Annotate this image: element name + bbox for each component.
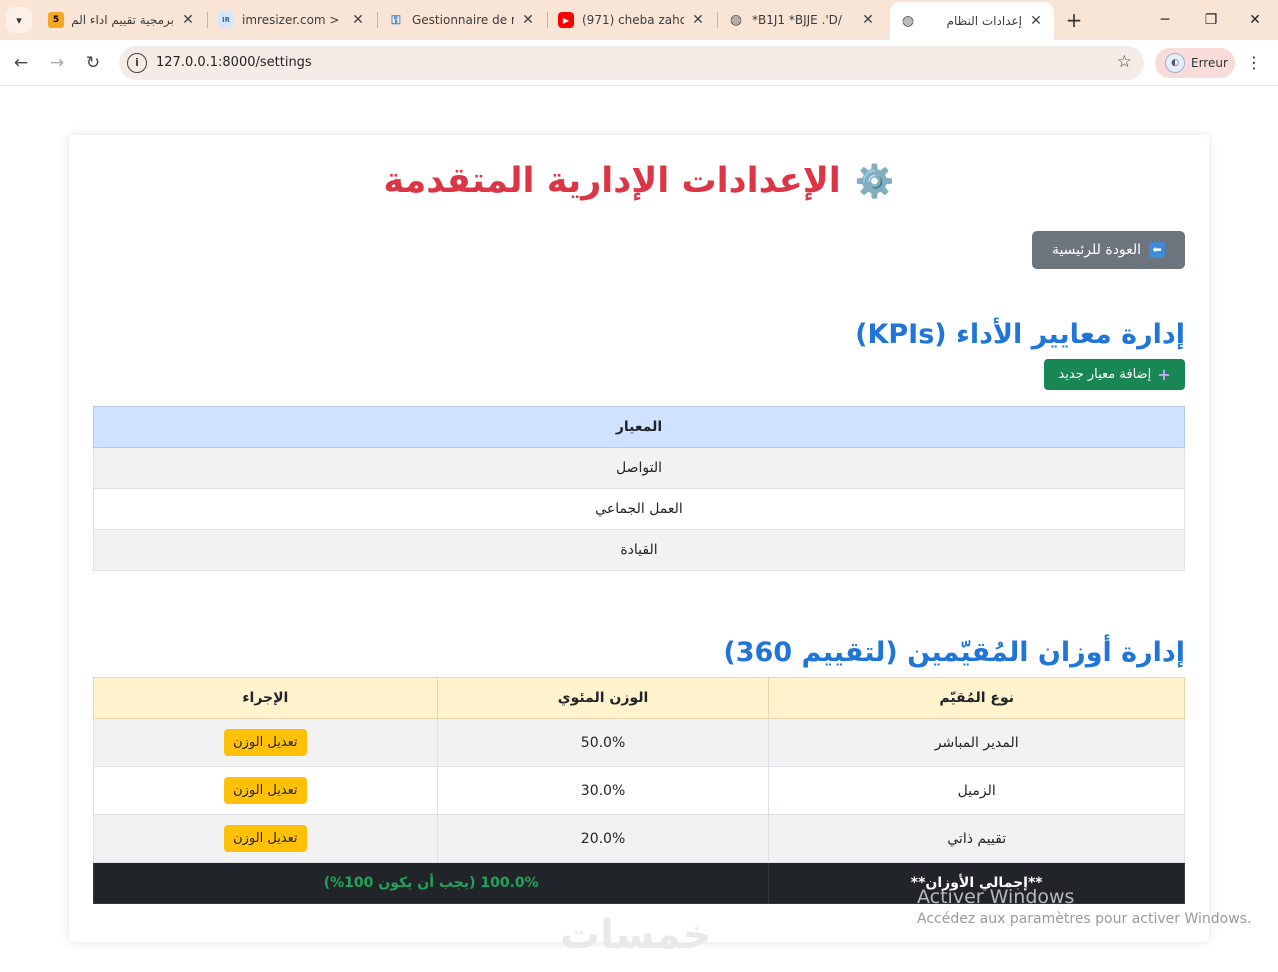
globe-icon: ◍ xyxy=(901,13,915,29)
close-icon[interactable]: ✕ xyxy=(520,12,536,28)
close-icon[interactable]: ✕ xyxy=(180,12,196,28)
close-icon[interactable]: ✕ xyxy=(350,12,366,28)
windows-activation-notice: Activer Windows Accédez aux paramètres p… xyxy=(917,887,1251,927)
info-icon[interactable]: i xyxy=(127,53,147,73)
table-row: القيادة xyxy=(93,529,1185,571)
plus-icon: + xyxy=(1065,8,1083,32)
weight-cell: 50.0% xyxy=(436,718,770,767)
minimize-button[interactable]: ─ xyxy=(1142,0,1188,40)
activation-subtitle: Accédez aux paramètres pour activer Wind… xyxy=(917,911,1252,927)
browser-tab-1[interactable]: 5 برمجية تقييم اداء الم ✕ xyxy=(38,5,206,35)
kpi-cell: القيادة xyxy=(93,529,1185,571)
back-button-label: العودة للرئيسية xyxy=(1051,242,1142,258)
kpi-table-header-row: المعيار xyxy=(93,406,1185,448)
browser-tab-active[interactable]: ◍ إعدادات النظام ✕ xyxy=(890,2,1054,40)
evaluator-type-cell: المدير المباشر xyxy=(768,718,1185,767)
edit-weight-button[interactable]: تعديل الوزن xyxy=(224,825,307,852)
restore-button[interactable]: ❐ xyxy=(1188,0,1234,40)
tab-title: (971) cheba zahoua xyxy=(582,13,684,27)
restore-icon: ❐ xyxy=(1204,12,1218,28)
youtube-favicon-icon: ▶ xyxy=(558,12,574,28)
url-text[interactable]: 127.0.0.1:8000/settings xyxy=(156,55,312,70)
table-row: المدير المباشر 50.0% تعديل الوزن xyxy=(93,718,1185,767)
weight-cell: 20.0% xyxy=(436,814,770,863)
weights-section-title: إدارة أوزان المُقيّمين (لتقييم 360) xyxy=(723,637,1185,668)
star-icon[interactable]: ☆ xyxy=(1117,52,1132,72)
weight-cell: 30.0% xyxy=(436,766,770,815)
page-title-text: الإعدادات الإدارية المتقدمة xyxy=(383,161,841,201)
back-nav-button[interactable]: ← xyxy=(7,49,35,77)
evaluator-type-cell: تقييم ذاتي xyxy=(768,814,1185,863)
page-title: ⚙️ الإعدادات الإدارية المتقدمة xyxy=(69,161,1209,201)
evaluator-type-cell: الزميل xyxy=(768,766,1185,815)
action-cell: تعديل الوزن xyxy=(93,718,438,767)
kpi-section-title: إدارة معايير الأداء (KPIs) xyxy=(855,319,1185,350)
browser-tab-2[interactable]: IR imresizer.com > Do ✕ xyxy=(208,5,376,35)
add-kpi-label: إضافة معيار جديد xyxy=(1058,367,1152,382)
tab-title: Gestionnaire de m xyxy=(412,13,514,27)
browser-tab-5[interactable]: ◍ *B1J1 *BJJE .'D/ ✕ xyxy=(718,5,886,35)
edit-weight-button[interactable]: تعديل الوزن xyxy=(224,729,307,756)
gear-icon: ⚙️ xyxy=(854,162,895,200)
action-cell: تعديل الوزن xyxy=(93,814,438,863)
reload-icon: ↻ xyxy=(85,53,101,73)
arrow-left-icon: ← xyxy=(13,53,29,73)
column-header-weight: الوزن المئوي xyxy=(436,677,770,719)
kpi-table: المعيار التواصل العمل الجماعي القيادة xyxy=(93,406,1185,571)
address-bar[interactable]: i 127.0.0.1:8000/settings ☆ xyxy=(119,46,1144,80)
key-favicon-icon: ⚿ xyxy=(391,12,401,27)
close-window-button[interactable]: ✕ xyxy=(1232,0,1278,40)
forward-nav-button[interactable]: → xyxy=(43,49,71,77)
globe-icon: ◍ xyxy=(729,12,743,28)
profile-button[interactable]: ◐ Erreur xyxy=(1155,48,1235,78)
arrow-left-icon: ⬅ xyxy=(1149,242,1166,258)
kpi-cell: العمل الجماعي xyxy=(93,488,1185,530)
tab-title: imresizer.com > Do xyxy=(242,13,344,27)
add-kpi-button[interactable]: + إضافة معيار جديد xyxy=(1044,359,1185,390)
chevron-down-icon: ▾ xyxy=(16,13,22,27)
watermark-logo: خمسات xyxy=(560,912,712,958)
browser-toolbar: ← → ↻ i 127.0.0.1:8000/settings ☆ ◐ Erre… xyxy=(0,40,1278,86)
close-icon: ✕ xyxy=(1249,12,1261,28)
table-row: الزميل 30.0% تعديل الوزن xyxy=(93,766,1185,815)
tab-title: إعدادات النظام xyxy=(946,14,1022,28)
back-to-home-button[interactable]: ⬅ العودة للرئيسية xyxy=(1032,231,1185,269)
weights-table-header-row: نوع المُقيّم الوزن المئوي الإجراء xyxy=(93,677,1185,719)
minimize-icon: ─ xyxy=(1160,12,1170,28)
tab-title: *B1J1 *BJJE .'D/ xyxy=(752,13,842,27)
table-row: العمل الجماعي xyxy=(93,488,1185,530)
edit-weight-button[interactable]: تعديل الوزن xyxy=(224,777,307,804)
column-header-kpi: المعيار xyxy=(93,406,1185,448)
more-menu-icon[interactable]: ⋮ xyxy=(1246,53,1262,72)
column-header-evaluator-type: نوع المُقيّم xyxy=(768,677,1185,719)
avatar-icon: ◐ xyxy=(1165,53,1185,73)
table-row: التواصل xyxy=(93,447,1185,489)
activation-title: Activer Windows xyxy=(917,886,1075,908)
plus-icon: + xyxy=(1157,365,1171,384)
profile-label: Erreur xyxy=(1191,56,1228,70)
settings-card: ⚙️ الإعدادات الإدارية المتقدمة ⬅ العودة ل… xyxy=(69,135,1209,942)
table-row: تقييم ذاتي 20.0% تعديل الوزن xyxy=(93,814,1185,863)
tab-search-button[interactable]: ▾ xyxy=(6,7,32,33)
html5-favicon-icon: 5 xyxy=(48,12,64,28)
total-value: 100.0% (يجب أن يكون 100%) xyxy=(92,862,770,904)
kpi-cell: التواصل xyxy=(93,447,1185,489)
browser-tab-3[interactable]: ⚿ Gestionnaire de m ✕ xyxy=(378,5,546,35)
close-icon[interactable]: ✕ xyxy=(690,12,706,28)
close-icon[interactable]: ✕ xyxy=(860,12,876,28)
weights-table: نوع المُقيّم الوزن المئوي الإجراء المدير… xyxy=(92,677,1185,904)
tab-title: برمجية تقييم اداء الم xyxy=(72,13,174,27)
new-tab-button[interactable]: + xyxy=(1062,8,1086,32)
reload-button[interactable]: ↻ xyxy=(79,49,107,77)
browser-tab-4[interactable]: ▶ (971) cheba zahoua ✕ xyxy=(548,5,716,35)
imresizer-favicon-icon: IR xyxy=(218,12,234,28)
arrow-right-icon: → xyxy=(49,53,65,73)
browser-tab-strip: ▾ 5 برمجية تقييم اداء الم ✕ IR imresizer… xyxy=(0,0,1278,40)
action-cell: تعديل الوزن xyxy=(93,766,438,815)
close-icon[interactable]: ✕ xyxy=(1028,13,1044,29)
column-header-action: الإجراء xyxy=(93,677,438,719)
